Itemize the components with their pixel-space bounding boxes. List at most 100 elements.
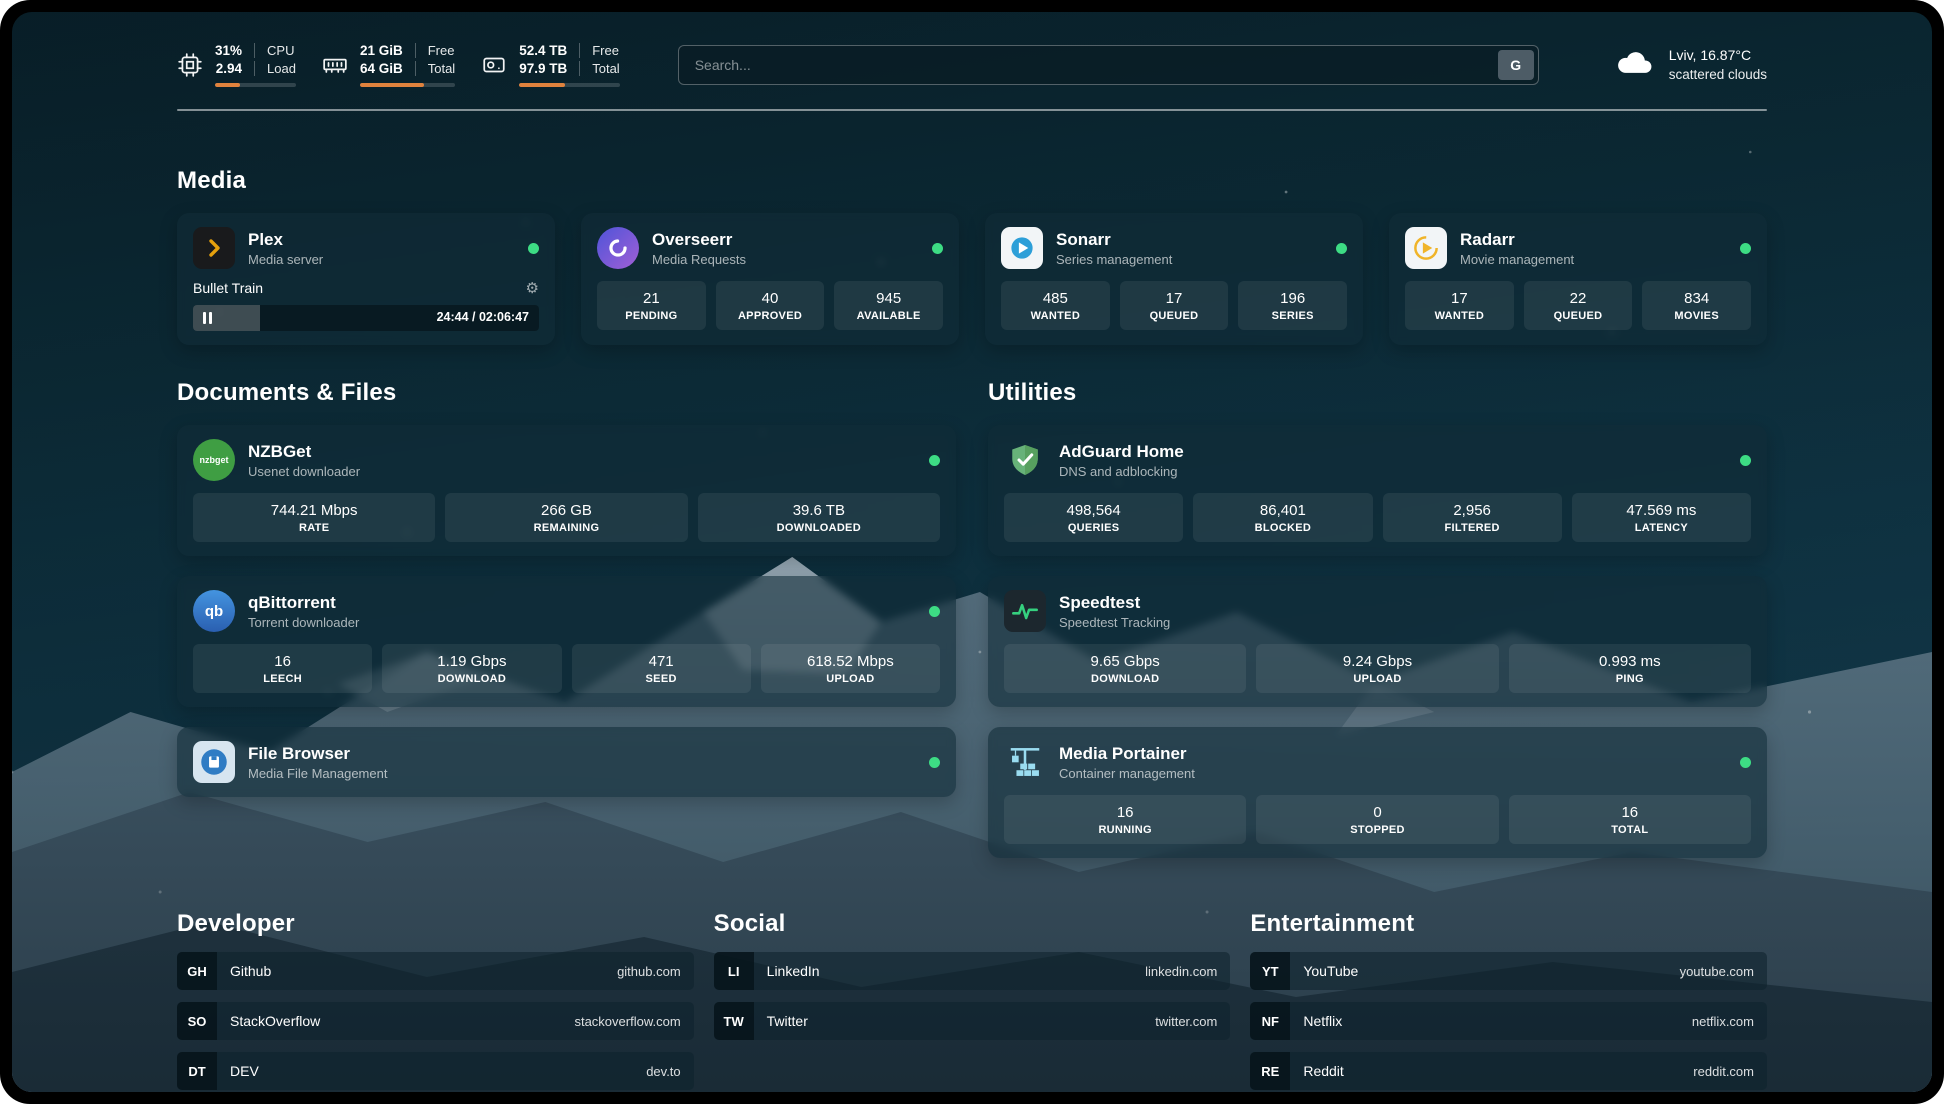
playback-time: 24:44 / 02:06:47 xyxy=(437,310,529,324)
memory-free-value: 21 GiB xyxy=(360,43,403,58)
bookmark-abbr: LI xyxy=(714,952,754,990)
stat-leech: 16LEECH xyxy=(193,644,372,693)
app-card-sonarr[interactable]: Sonarr Series management 485WANTED 17QUE… xyxy=(985,213,1363,345)
disk-total-label: Total xyxy=(579,61,619,76)
status-dot xyxy=(528,243,539,254)
app-card-speedtest[interactable]: Speedtest Speedtest Tracking 9.65 GbpsDO… xyxy=(988,576,1767,707)
memory-total-value: 64 GiB xyxy=(360,61,403,76)
stat-remaining: 266 GBREMAINING xyxy=(445,493,687,542)
app-desc: Movie management xyxy=(1460,252,1574,267)
stat-pending: 21PENDING xyxy=(597,281,706,330)
stat-download: 1.19 GbpsDOWNLOAD xyxy=(382,644,561,693)
app-card-radarr[interactable]: Radarr Movie management 17WANTED 22QUEUE… xyxy=(1389,213,1767,345)
weather-condition: scattered clouds xyxy=(1669,65,1767,85)
cpu-load-label: Load xyxy=(254,61,296,76)
app-name: Speedtest xyxy=(1059,593,1170,613)
search-input[interactable] xyxy=(678,45,1539,85)
disk-widget: 52.4 TB Free 97.9 TB Total xyxy=(481,43,620,87)
bookmark-youtube[interactable]: YT YouTube youtube.com xyxy=(1250,952,1767,990)
bookmark-dev[interactable]: DT DEV dev.to xyxy=(177,1052,694,1090)
section-title-developer: Developer xyxy=(177,910,694,938)
bookmark-name: Twitter xyxy=(767,1013,808,1029)
app-desc: Media server xyxy=(248,252,323,267)
app-card-filebrowser[interactable]: File Browser Media File Management xyxy=(177,727,956,797)
stat-wanted: 485WANTED xyxy=(1001,281,1110,330)
bookmark-netflix[interactable]: NF Netflix netflix.com xyxy=(1250,1002,1767,1040)
memory-free-label: Free xyxy=(415,43,455,58)
app-name: AdGuard Home xyxy=(1059,442,1184,462)
app-card-adguard[interactable]: AdGuard Home DNS and adblocking 498,564Q… xyxy=(988,425,1767,556)
app-desc: Container management xyxy=(1059,766,1195,781)
bookmark-linkedin[interactable]: LI LinkedIn linkedin.com xyxy=(714,952,1231,990)
dashboard: 31% CPU 2.94 Load xyxy=(12,12,1932,1092)
bookmark-stackoverflow[interactable]: SO StackOverflow stackoverflow.com xyxy=(177,1002,694,1040)
stat-blocked: 86,401BLOCKED xyxy=(1193,493,1372,542)
section-utilities: Utilities xyxy=(988,379,1767,858)
filebrowser-icon xyxy=(193,741,235,783)
bookmark-abbr: NF xyxy=(1250,1002,1290,1040)
app-card-plex[interactable]: Plex Media server Bullet Train ⚙ xyxy=(177,213,555,345)
qbittorrent-icon: qb xyxy=(193,590,235,632)
weather-location-temp: Lviv, 16.87°C xyxy=(1669,45,1767,65)
top-bar: 31% CPU 2.94 Load xyxy=(177,42,1767,87)
cpu-load-value: 2.94 xyxy=(215,61,242,76)
stat-download: 9.65 GbpsDOWNLOAD xyxy=(1004,644,1246,693)
cloud-icon xyxy=(1611,42,1657,87)
bookmark-github[interactable]: GH Github github.com xyxy=(177,952,694,990)
bookmark-name: Reddit xyxy=(1303,1063,1343,1079)
status-dot xyxy=(1336,243,1347,254)
stat-rate: 744.21 MbpsRATE xyxy=(193,493,435,542)
bookmark-url: reddit.com xyxy=(1693,1064,1754,1079)
playback-progress-bar[interactable]: 24:44 / 02:06:47 xyxy=(193,305,539,331)
now-playing-title: Bullet Train xyxy=(193,280,263,296)
app-card-nzbget[interactable]: nzbget NZBGet Usenet downloader xyxy=(177,425,956,556)
bookmark-name: Netflix xyxy=(1303,1013,1342,1029)
section-title-utilities: Utilities xyxy=(988,379,1767,407)
app-name: qBittorrent xyxy=(248,593,359,613)
cpu-meter-fill xyxy=(215,83,240,87)
app-desc: Usenet downloader xyxy=(248,464,360,479)
bookmark-twitter[interactable]: TW Twitter twitter.com xyxy=(714,1002,1231,1040)
bookmark-abbr: GH xyxy=(177,952,217,990)
search-engine-button[interactable]: G xyxy=(1498,50,1534,80)
bookmark-abbr: DT xyxy=(177,1052,217,1090)
memory-widget: 21 GiB Free 64 GiB Total xyxy=(322,43,455,87)
bookmark-name: LinkedIn xyxy=(767,963,820,979)
bookmark-name: Github xyxy=(230,963,271,979)
app-name: Media Portainer xyxy=(1059,744,1195,764)
bookmark-url: twitter.com xyxy=(1155,1014,1217,1029)
search-bar: G xyxy=(678,45,1539,85)
settings-gear-icon[interactable]: ⚙ xyxy=(526,279,539,297)
disk-free-label: Free xyxy=(579,43,619,58)
weather-widget: Lviv, 16.87°C scattered clouds xyxy=(1611,42,1767,87)
stat-stopped: 0STOPPED xyxy=(1256,795,1498,844)
section-documents: Documents & Files nzbget NZBGet Usenet d… xyxy=(177,379,956,858)
cpu-widget: 31% CPU 2.94 Load xyxy=(177,43,296,87)
section-title-media: Media xyxy=(177,167,1767,195)
app-card-portainer[interactable]: Media Portainer Container management 16R… xyxy=(988,727,1767,858)
pause-icon[interactable] xyxy=(203,312,212,324)
app-desc: Media Requests xyxy=(652,252,746,267)
app-card-qbittorrent[interactable]: qb qBittorrent Torrent downloader xyxy=(177,576,956,707)
stat-upload: 9.24 GbpsUPLOAD xyxy=(1256,644,1498,693)
stat-filtered: 2,956FILTERED xyxy=(1383,493,1562,542)
disk-icon xyxy=(481,52,507,78)
status-dot xyxy=(1740,455,1751,466)
bookmark-reddit[interactable]: RE Reddit reddit.com xyxy=(1250,1052,1767,1090)
bookmark-url: linkedin.com xyxy=(1145,964,1217,979)
section-media: Media Plex Media server xyxy=(177,167,1767,345)
app-card-overseerr[interactable]: Overseerr Media Requests 21PENDING 40APP… xyxy=(581,213,959,345)
overseerr-icon xyxy=(597,227,639,269)
cpu-usage-label: CPU xyxy=(254,43,296,58)
stat-upload: 618.52 MbpsUPLOAD xyxy=(761,644,940,693)
adguard-shield-icon xyxy=(1004,439,1046,481)
app-desc: DNS and adblocking xyxy=(1059,464,1184,479)
status-dot xyxy=(929,757,940,768)
app-name: File Browser xyxy=(248,744,387,764)
stat-seed: 471SEED xyxy=(572,644,751,693)
cpu-usage-value: 31% xyxy=(215,43,242,58)
stat-queries: 498,564QUERIES xyxy=(1004,493,1183,542)
stat-downloaded: 39.6 TBDOWNLOADED xyxy=(698,493,940,542)
status-dot xyxy=(929,606,940,617)
app-name: Radarr xyxy=(1460,230,1574,250)
